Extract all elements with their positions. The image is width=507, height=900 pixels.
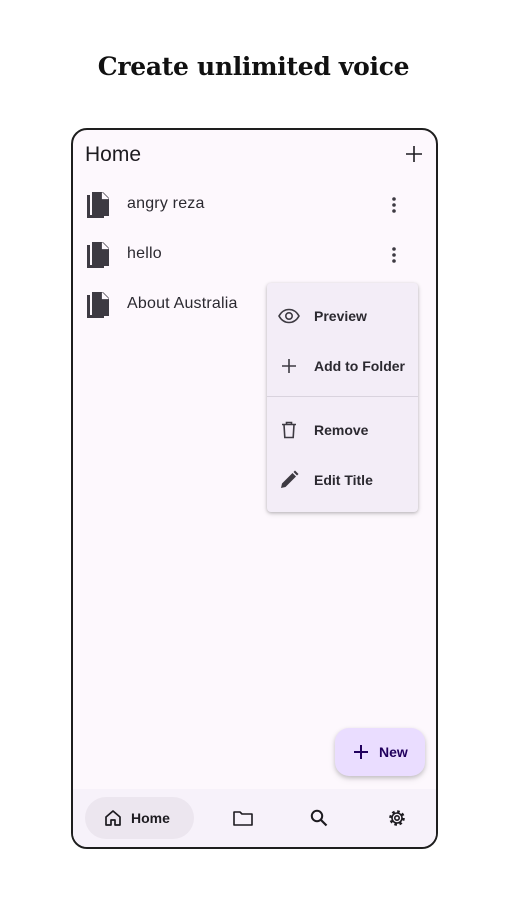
- eye-icon: [278, 308, 300, 324]
- file-name: angry reza: [127, 195, 205, 212]
- home-icon: [105, 810, 121, 826]
- document-icon: [87, 192, 109, 218]
- menu-item-label: Edit Title: [314, 472, 373, 488]
- new-button-label: New: [379, 744, 408, 760]
- search-icon: [310, 809, 328, 827]
- nav-item-home[interactable]: Home: [85, 797, 194, 839]
- more-vert-icon: [392, 197, 396, 213]
- menu-item-remove[interactable]: Remove: [267, 405, 418, 455]
- nav-item-label: Home: [131, 810, 170, 826]
- folder-icon: [233, 811, 253, 826]
- menu-item-preview[interactable]: Preview: [267, 291, 418, 341]
- new-button[interactable]: New: [335, 728, 425, 776]
- nav-item-settings[interactable]: [385, 806, 409, 830]
- plus-icon: [282, 359, 296, 373]
- menu-divider: [267, 396, 418, 397]
- file-row-angry-reza[interactable]: angry reza: [73, 180, 436, 230]
- phone-frame: Home angry reza hello About Australia Pr…: [71, 128, 438, 849]
- app-bar: Home: [73, 130, 436, 180]
- menu-item-label: Remove: [314, 422, 369, 438]
- gear-icon: [389, 810, 405, 826]
- menu-item-label: Preview: [314, 308, 367, 324]
- trash-icon: [282, 421, 296, 439]
- nav-item-search[interactable]: [307, 806, 331, 830]
- document-icon: [87, 242, 109, 268]
- more-vert-icon: [392, 247, 396, 263]
- promo-headline: Create unlimited voice: [97, 52, 410, 81]
- menu-item-edit-title[interactable]: Edit Title: [267, 455, 418, 505]
- file-name: About Australia: [127, 295, 238, 312]
- document-icon: [87, 292, 109, 318]
- plus-icon: [354, 745, 368, 759]
- bottom-navigation: Home: [73, 789, 436, 847]
- more-options-button[interactable]: [382, 243, 406, 267]
- pencil-icon: [281, 470, 299, 488]
- page-title: Home: [85, 143, 142, 166]
- nav-item-folders[interactable]: [231, 806, 255, 830]
- file-name: hello: [127, 245, 162, 262]
- menu-item-add-to-folder[interactable]: Add to Folder: [267, 341, 418, 391]
- plus-icon: [406, 146, 422, 162]
- more-options-button[interactable]: [382, 193, 406, 217]
- add-button[interactable]: [402, 142, 426, 166]
- file-context-menu: Preview Add to Folder Remove Edit Title: [267, 283, 418, 512]
- menu-item-label: Add to Folder: [314, 358, 405, 374]
- file-row-hello[interactable]: hello: [73, 230, 436, 280]
